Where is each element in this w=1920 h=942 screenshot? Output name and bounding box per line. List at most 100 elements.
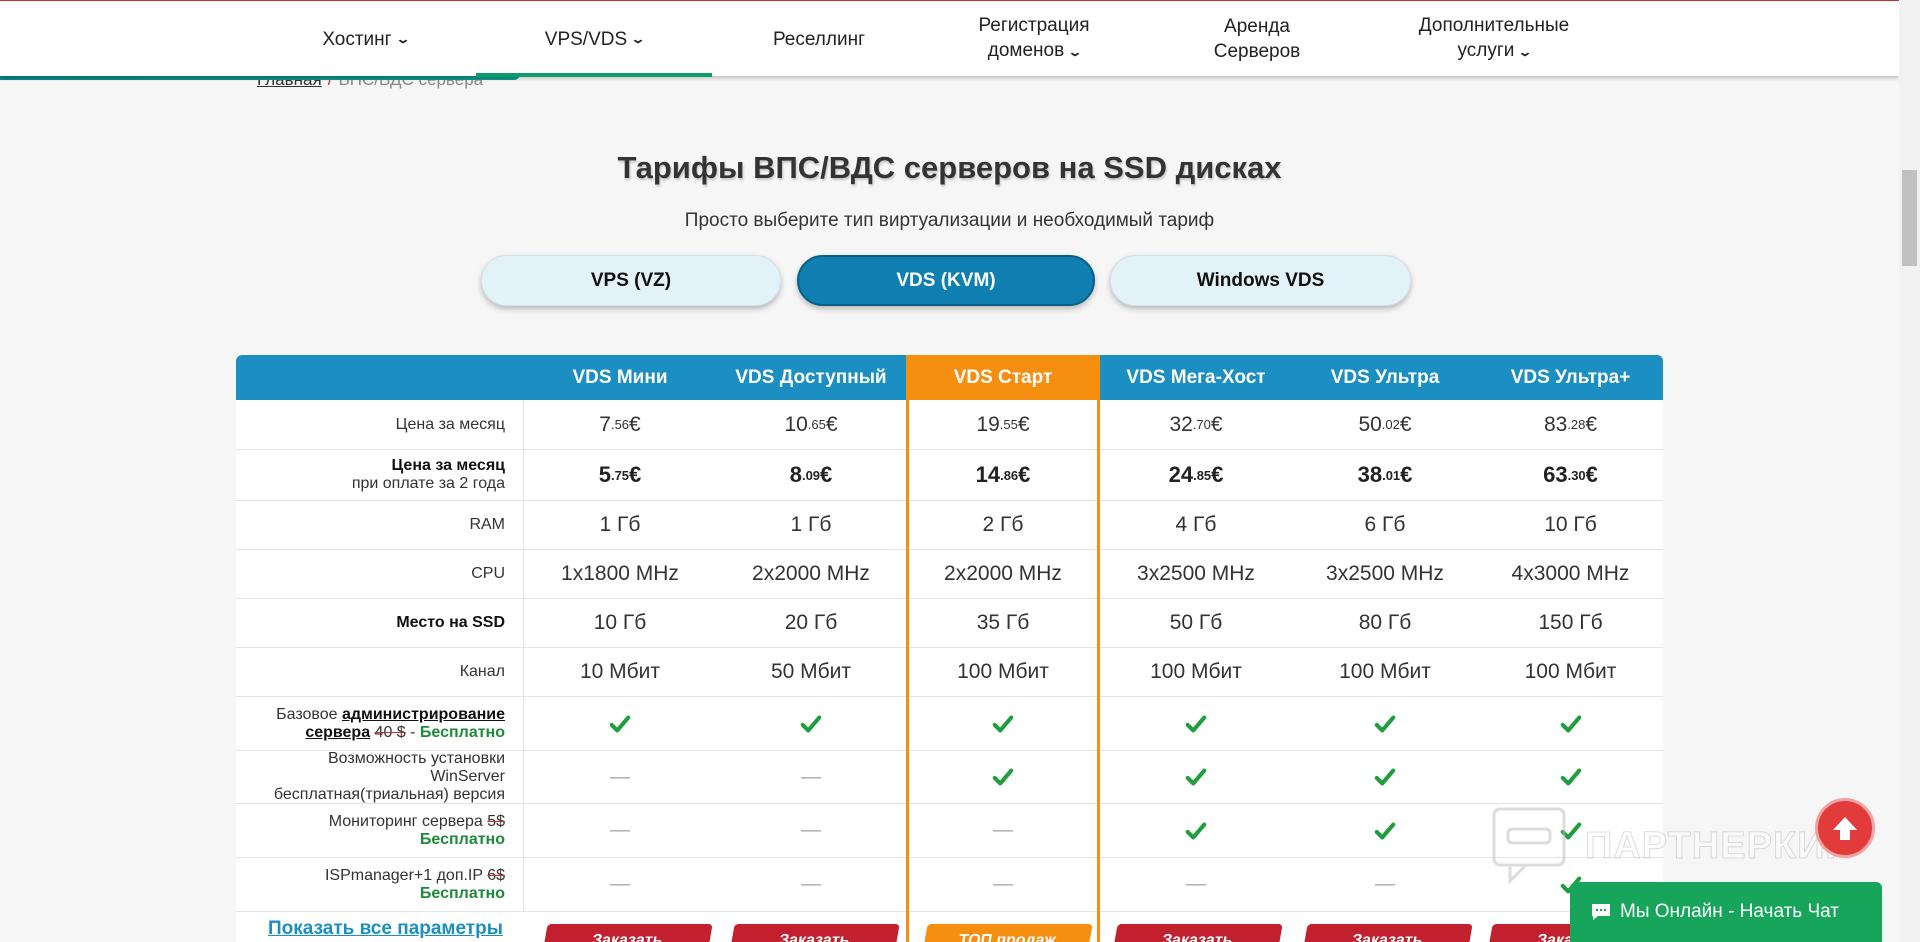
price-currency: € (1018, 462, 1031, 487)
pricing-table: VDS Мини VDS Доступный VDS Старт VDS Мег… (236, 355, 1663, 942)
price-currency: € (825, 412, 838, 436)
show-all-params-link[interactable]: Показать все параметры (268, 918, 503, 940)
admin-dash: - (405, 723, 420, 741)
ssd-cell: 150 Гб (1538, 611, 1603, 634)
check-icon (992, 715, 1014, 732)
channel-cell: 100 Мбит (1150, 660, 1242, 683)
row-ssd: Место на SSD 10 Гб 20 Гб 35 Гб 50 Гб 80 … (236, 599, 1663, 648)
feature-cell (524, 697, 716, 750)
nav-servers-label-1: Аренда (1224, 16, 1290, 37)
order-button[interactable]: Заказать (1302, 924, 1473, 942)
chevron-down-icon: ⌄ (1067, 45, 1083, 59)
check-icon (1185, 715, 1207, 732)
row-cpu: CPU 1x1800 MHz 2x2000 MHz 2x2000 MHz 3x2… (236, 550, 1663, 599)
ram-label-text: RAM (469, 516, 505, 533)
live-chat-button[interactable]: Мы Онлайн - Начать Чат (1570, 882, 1882, 942)
price-2y-label-line1: Цена за месяц (391, 457, 505, 474)
plan-header-ultra-plus: VDS Ультра+ (1510, 366, 1631, 388)
scroll-to-top-button[interactable] (1815, 798, 1875, 858)
page-title: Тарифы ВПС/ВДС серверов на SSD дисках (617, 150, 1282, 185)
price-frac: .01 (1382, 467, 1401, 483)
order-button[interactable]: Заказать (729, 924, 900, 942)
plan-header-dostupny: VDS Доступный (735, 366, 887, 388)
price-2y-cell: 24.85 € (1100, 450, 1292, 500)
ram-cell: 4 Гб (1175, 513, 1217, 536)
price-frac: .55 (999, 417, 1018, 432)
tab-vps-vz[interactable]: VPS (VZ) (481, 255, 781, 306)
monitoring-old-price: 5$ (487, 812, 505, 830)
ssd-cell: 80 Гб (1358, 611, 1412, 634)
price-2y-label-line2: при оплате за 2 года (351, 475, 505, 492)
price-2y-cell: 38.01 € (1292, 450, 1478, 500)
price-frac: .28 (1567, 417, 1586, 432)
feature-cell: — (1292, 858, 1478, 911)
nav-reselling[interactable]: Реселлинг (712, 1, 926, 77)
nav-servers[interactable]: Аренда Серверов (1142, 1, 1372, 77)
ispmanager-free-label: Бесплатно (419, 884, 505, 902)
order-button[interactable]: Заказать (1112, 924, 1283, 942)
price-month-cell: 83.28 € (1478, 400, 1663, 449)
dash-icon: — (610, 873, 630, 895)
tab-vds-kvm[interactable]: VDS (KVM) (797, 255, 1095, 306)
admin-link-2[interactable]: сервера (305, 724, 370, 741)
price-int: 10 (784, 412, 808, 436)
row-channel: Канал 10 Мбит 50 Мбит 100 Мбит 100 Мбит … (236, 648, 1663, 697)
price-2y-cell: 8.09 € (716, 450, 906, 500)
cpu-cell: 2x2000 MHz (752, 562, 870, 585)
feature-cell: — (524, 804, 716, 857)
nav-extra-services[interactable]: Дополнительные услуги ⌄ (1372, 1, 1616, 77)
price-month-label-text: Цена за месяц (395, 415, 505, 433)
nav-reselling-label: Реселлинг (772, 28, 866, 50)
page-subtitle: Просто выберите тип виртуализации и необ… (684, 210, 1215, 231)
check-icon (992, 768, 1014, 786)
scrollbar-thumb[interactable] (1902, 170, 1917, 266)
ssd-cell: 35 Гб (976, 611, 1030, 634)
dash-icon: — (801, 873, 821, 895)
admin-link-1[interactable]: администрирование (342, 706, 505, 723)
order-button[interactable]: Заказать (542, 924, 713, 942)
price-frac: .86 (1000, 467, 1019, 483)
cpu-cell: 3x2500 MHz (1326, 562, 1444, 585)
channel-cell: 50 Мбит (770, 660, 852, 683)
check-icon (1560, 768, 1581, 786)
main-nav: Хостинг ⌄ VPS/VDS ⌄ Реселлинг Регистрация … (254, 1, 1616, 77)
plan-header-ultra: VDS Ультра (1330, 366, 1440, 388)
row-winserver-label: Возможность установки WinServer бесплатн… (236, 750, 524, 803)
dash-icon: — (993, 873, 1013, 895)
nav-domains-label-2: доменов (987, 40, 1065, 61)
nav-extra-label-1: Дополнительные (1418, 15, 1570, 36)
pricing-table-header: VDS Мини VDS Доступный VDS Старт VDS Мег… (236, 355, 1663, 400)
winserver-label-3: бесплатная(триальная) версия (273, 786, 505, 803)
arrow-up-icon (1833, 817, 1857, 840)
nav-vps-vds[interactable]: VPS/VDS ⌄ (476, 1, 712, 77)
nav-hosting[interactable]: Хостинг ⌄ (254, 1, 476, 77)
plan-header-mega-host: VDS Мега-Хост (1126, 366, 1266, 388)
price-int: 8 (789, 462, 802, 487)
nav-domains[interactable]: Регистрация доменов ⌄ (926, 1, 1142, 77)
row-channel-label: Канал (236, 648, 524, 696)
price-currency: € (820, 462, 833, 487)
price-month-cell: 19.55 € (906, 400, 1100, 449)
feature-cell (1478, 751, 1663, 803)
plan-header-mini: VDS Мини (572, 366, 668, 388)
scrollbar-track[interactable] (1899, 0, 1920, 942)
row-admin-label: Базовое администрирование сервера 40 $ -… (236, 697, 524, 750)
nav-domains-label-1: Регистрация (978, 15, 1090, 36)
tab-windows-vds[interactable]: Windows VDS (1110, 255, 1411, 306)
ispmanager-label-text: ISPmanager+1 доп.IP (324, 866, 488, 884)
site-header: Хостинг ⌄ VPS/VDS ⌄ Реселлинг Регистрация … (0, 0, 1899, 77)
admin-old-price: 40 $ (374, 723, 406, 741)
price-int: 5 (598, 462, 611, 487)
top-sales-button[interactable]: ТОП продаж (922, 924, 1093, 942)
cpu-cell: 4x3000 MHz (1511, 562, 1630, 585)
chat-bubble-icon (1590, 902, 1612, 922)
price-frac: .02 (1381, 417, 1400, 432)
chevron-down-icon: ⌄ (630, 31, 646, 46)
price-currency: € (1399, 412, 1412, 436)
price-currency: € (1211, 462, 1224, 487)
ram-cell: 10 Гб (1544, 513, 1597, 536)
row-price-month: Цена за месяц 7.56 € 10.65 € 19.55 € 32.70 €… (236, 400, 1663, 450)
check-icon (1374, 822, 1396, 839)
price-frac: .75 (610, 467, 630, 483)
check-icon (1560, 715, 1581, 732)
